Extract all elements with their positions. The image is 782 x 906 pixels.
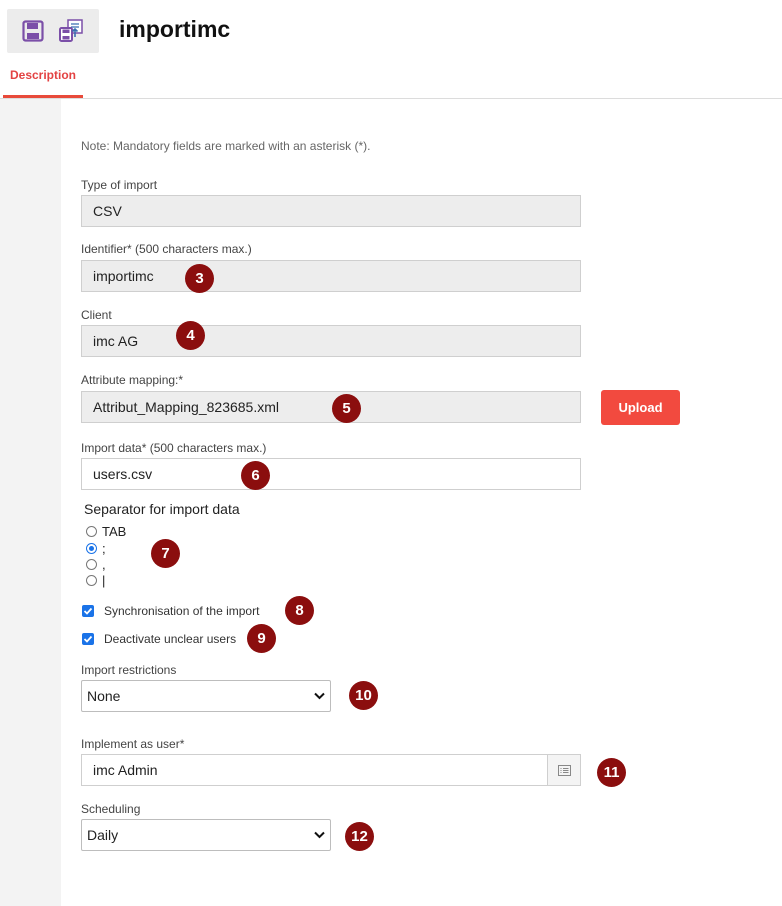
scheduling-select[interactable]: Daily <box>81 819 331 851</box>
checkmark-icon <box>83 607 93 615</box>
import-restrictions-select[interactable]: None <box>81 680 331 712</box>
implement-user-value: imc Admin <box>93 762 158 778</box>
list-icon <box>557 764 571 776</box>
attribute-mapping-label: Attribute mapping:* <box>81 373 184 387</box>
callout-badge-8: 8 <box>285 596 314 625</box>
tab-divider <box>0 98 782 99</box>
toolbar <box>7 9 99 53</box>
attribute-mapping-field: Attribut_Mapping_823685.xml <box>81 391 581 423</box>
save-icon[interactable] <box>18 17 48 45</box>
callout-badge-11: 11 <box>597 758 626 787</box>
user-picker-button[interactable] <box>547 755 580 785</box>
radio-button[interactable] <box>86 559 97 570</box>
client-field: imc AG <box>81 325 581 357</box>
callout-badge-6: 6 <box>241 461 270 490</box>
separator-option-label: | <box>102 573 106 588</box>
separator-title: Separator for import data <box>84 501 240 517</box>
deactivate-users-checkbox-row[interactable]: Deactivate unclear users <box>82 632 236 646</box>
sync-import-checkbox-row[interactable]: Synchronisation of the import <box>82 604 259 618</box>
separator-option-pipe[interactable]: | <box>86 573 105 588</box>
type-of-import-label: Type of import <box>81 178 158 192</box>
client-label: Client <box>81 308 112 322</box>
chevron-down-icon <box>314 692 325 700</box>
type-of-import-field: CSV <box>81 195 581 227</box>
sync-import-label: Synchronisation of the import <box>104 604 260 618</box>
import-restrictions-label: Import restrictions <box>81 663 177 677</box>
callout-badge-10: 10 <box>349 681 378 710</box>
mandatory-note: Note: Mandatory fields are marked with a… <box>81 139 371 153</box>
import-restrictions-value: None <box>87 688 121 704</box>
deactivate-users-label: Deactivate unclear users <box>104 632 237 646</box>
page-title: importimc <box>119 16 231 42</box>
callout-badge-12: 12 <box>345 822 374 851</box>
callout-badge-9: 9 <box>247 624 276 653</box>
separator-option-semicolon[interactable]: ; <box>86 541 106 556</box>
implement-user-input[interactable]: imc Admin <box>81 754 581 786</box>
checkmark-icon <box>83 635 93 643</box>
chevron-down-icon <box>314 831 325 839</box>
tab-description[interactable]: Description <box>3 60 83 98</box>
sync-import-checkbox[interactable] <box>82 605 94 617</box>
separator-option-comma[interactable]: , <box>86 557 106 572</box>
radio-button[interactable] <box>86 575 97 586</box>
callout-badge-3: 3 <box>185 264 214 293</box>
left-sidebar <box>0 99 61 906</box>
radio-button[interactable] <box>86 526 97 537</box>
callout-badge-7: 7 <box>151 539 180 568</box>
save-export-icon[interactable] <box>56 17 86 45</box>
import-data-label: Import data* (500 characters max.) <box>81 441 267 455</box>
separator-option-tab[interactable]: TAB <box>86 524 126 539</box>
callout-badge-5: 5 <box>332 394 361 423</box>
separator-option-label: , <box>102 557 106 572</box>
identifier-field: importimc <box>81 260 581 292</box>
separator-option-label: TAB <box>102 524 127 539</box>
identifier-label: Identifier* (500 characters max.) <box>81 242 252 256</box>
radio-button-selected[interactable] <box>86 543 97 554</box>
scheduling-label: Scheduling <box>81 802 141 816</box>
import-data-input[interactable]: users.csv <box>81 458 581 490</box>
upload-button[interactable]: Upload <box>601 390 680 425</box>
deactivate-users-checkbox[interactable] <box>82 633 94 645</box>
implement-user-label: Implement as user* <box>81 737 185 751</box>
separator-option-label: ; <box>102 541 106 556</box>
callout-badge-4: 4 <box>176 321 205 350</box>
scheduling-value: Daily <box>87 827 119 843</box>
